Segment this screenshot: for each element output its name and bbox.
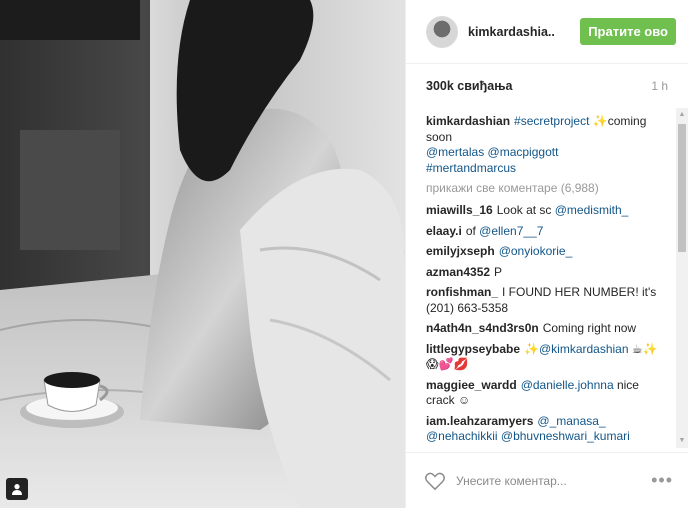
comments-scrollbar[interactable]: ▲ ▼ <box>676 108 688 448</box>
follow-button[interactable]: Пратите ово <box>580 18 676 45</box>
user-tag-button[interactable] <box>6 478 28 500</box>
comment-text: of <box>465 223 480 238</box>
hashtag-link[interactable]: #secretproject <box>514 114 589 128</box>
comment-author[interactable]: elaay.i <box>426 224 462 238</box>
comment-input[interactable] <box>456 473 652 488</box>
likes-count[interactable]: 300k свиђања <box>426 79 512 93</box>
load-more-comments[interactable]: прикажи све коментаре (6,988) <box>426 181 665 195</box>
comment-mention[interactable]: @medismith_ <box>555 203 629 217</box>
comment-author[interactable]: maggiee_wardd <box>426 378 517 392</box>
comment-item: azman4352 P <box>426 265 665 281</box>
comment-item: iam.leahzaramyers @_manasa_ @nehachikkii … <box>426 414 665 445</box>
post-image <box>0 0 405 508</box>
heart-icon[interactable] <box>424 471 446 491</box>
comment-item: n4ath4n_s4nd3rs0n Coming right now <box>426 321 665 337</box>
comment-author[interactable]: azman4352 <box>426 265 490 279</box>
hashtag-link[interactable]: #mertandmarcus <box>426 161 516 175</box>
post-time[interactable]: 1 h <box>651 79 668 93</box>
comment-mention[interactable]: @ellen7__7 <box>479 224 543 238</box>
comment-mention[interactable]: @kimkardashian <box>539 342 629 356</box>
comment-author[interactable]: miawills_16 <box>426 203 493 217</box>
comment-text: Coming right now <box>542 321 637 335</box>
comment-item: miawills_16 Look at sc @medismith_ <box>426 203 665 219</box>
comment-text: P <box>494 264 503 279</box>
comment-text: Look at sc <box>496 203 555 217</box>
username[interactable]: kimkardashia.. <box>468 25 580 39</box>
avatar[interactable] <box>426 15 458 48</box>
scroll-up-arrow-icon[interactable]: ▲ <box>678 110 686 120</box>
comment-item: littlegypseybabe ✨@kimkardashian ☕✨😱💕💋 <box>426 342 665 373</box>
post-header: kimkardashia.. Пратите ово <box>406 0 688 64</box>
scroll-down-arrow-icon[interactable]: ▼ <box>678 436 686 446</box>
comment-item: maggiee_wardd @danielle.johnna nice crack… <box>426 378 665 409</box>
comment-item: emilyjxseph @onyiokorie_ <box>426 244 665 260</box>
comment-item: ronfishman_ I FOUND HER NUMBER! it's (201… <box>426 285 665 316</box>
comment-author[interactable]: ronfishman_ <box>426 285 498 299</box>
comments-list[interactable]: kimkardashian #secretproject ✨coming soon… <box>406 108 688 448</box>
caption-author[interactable]: kimkardashian <box>426 114 510 128</box>
person-icon <box>12 484 22 495</box>
more-options-icon[interactable]: ••• <box>651 470 673 491</box>
comment-author[interactable]: littlegypseybabe <box>426 342 520 356</box>
comment-mention[interactable]: @onyiokorie_ <box>499 244 573 258</box>
caption: kimkardashian #secretproject ✨coming soon… <box>426 114 665 176</box>
comment-mention[interactable]: @danielle.johnna <box>521 378 614 392</box>
comment-author[interactable]: emilyjxseph <box>426 244 495 258</box>
comment-author[interactable]: iam.leahzaramyers <box>426 414 533 428</box>
comment-bar: ••• <box>406 452 688 508</box>
mention-links[interactable]: @mertalas @macpiggott <box>426 145 558 159</box>
post-stats: 300k свиђања 1 h <box>406 64 688 108</box>
scrollbar-thumb[interactable] <box>678 124 686 252</box>
post-sidebar: kimkardashia.. Пратите ово 300k свиђања … <box>405 0 688 508</box>
post-photo[interactable] <box>0 0 405 508</box>
comment-text: ✨ <box>524 341 539 356</box>
comment-item: elaay.i of @ellen7__7 <box>426 224 665 240</box>
comment-author[interactable]: n4ath4n_s4nd3rs0n <box>426 321 539 335</box>
